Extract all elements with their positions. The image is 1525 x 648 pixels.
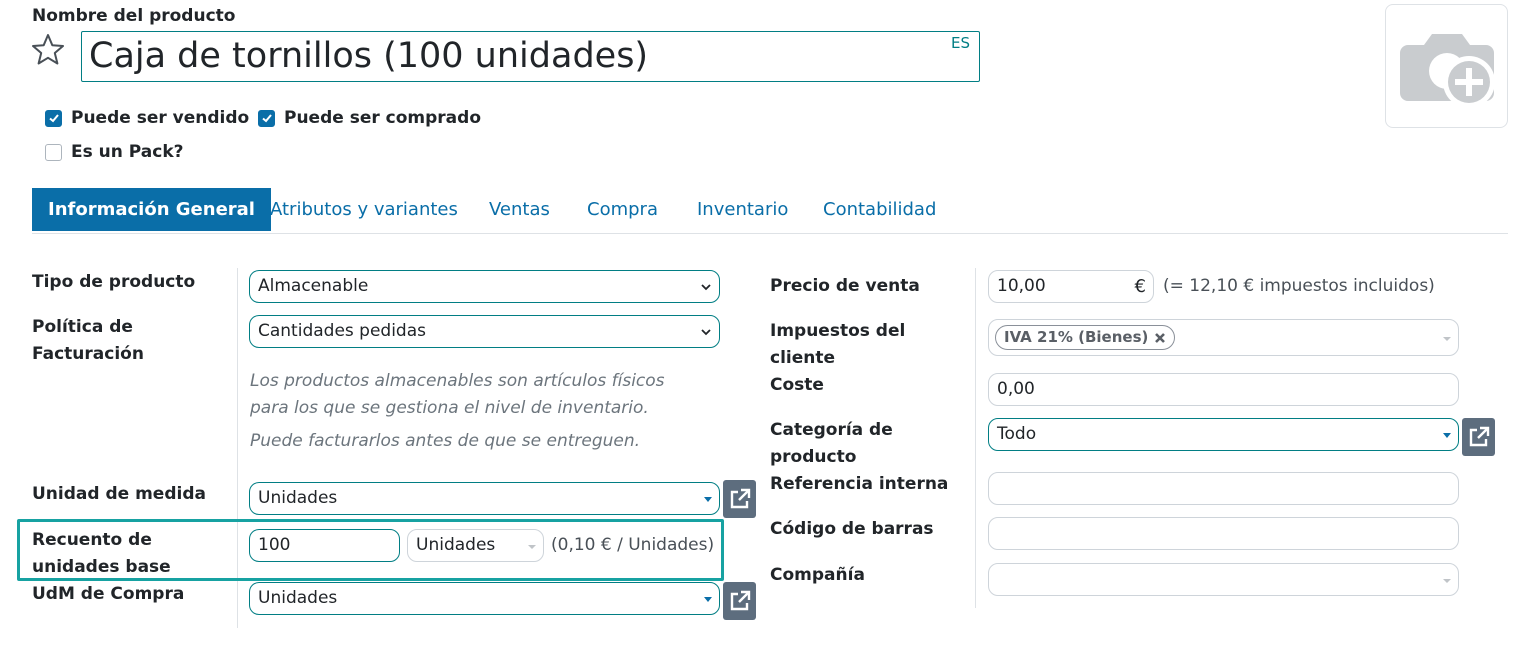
- tax-tag-label: IVA 21% (Bienes): [1004, 328, 1149, 346]
- chevron-down-icon: [701, 329, 711, 336]
- currency-symbol: €: [1134, 276, 1146, 297]
- highlight-box: [17, 519, 724, 581]
- tab-atributos-variantes[interactable]: Atributos y variantes: [270, 188, 458, 231]
- tab-inventario[interactable]: Inventario: [697, 188, 788, 231]
- purchase-uom-label: UdM de Compra: [32, 584, 185, 604]
- star-outline-icon[interactable]: [30, 32, 66, 68]
- can-be-purchased-checkbox[interactable]: [258, 109, 275, 127]
- invoicing-policy-label: Política de Facturación: [32, 314, 144, 368]
- internal-ref-label: Referencia interna: [770, 474, 949, 494]
- can-be-sold-checkbox[interactable]: [45, 109, 62, 127]
- sale-price-value: 10,00: [997, 276, 1046, 296]
- category-select[interactable]: Todo: [988, 418, 1459, 451]
- tax-tag[interactable]: IVA 21% (Bienes): [995, 325, 1176, 350]
- company-label: Compañía: [770, 565, 865, 585]
- product-type-label: Tipo de producto: [32, 272, 196, 292]
- is-pack-checkbox[interactable]: [45, 143, 62, 161]
- customer-taxes-label: Impuestos del cliente: [770, 318, 905, 372]
- external-link-icon: [730, 590, 750, 611]
- help-line-2: para los que se gestiona el nivel de inv…: [250, 398, 649, 418]
- uom-select[interactable]: Unidades: [249, 482, 720, 515]
- cost-input[interactable]: 0,00: [988, 373, 1459, 406]
- invoicing-policy-label-line2: Facturación: [32, 344, 144, 364]
- product-type-select[interactable]: Almacenable: [249, 270, 720, 303]
- sale-price-label: Precio de venta: [770, 276, 920, 296]
- category-value: Todo: [997, 424, 1037, 444]
- can-be-sold-label: Puede ser vendido: [71, 108, 250, 128]
- product-type-help: Los productos almacenables son artículos…: [250, 368, 665, 455]
- category-label-line2: producto: [770, 447, 857, 467]
- purchase-uom-select[interactable]: Unidades: [249, 582, 720, 615]
- cost-label: Coste: [770, 375, 824, 395]
- sale-price-input[interactable]: 10,00 €: [988, 270, 1154, 303]
- caret-down-icon: [1443, 433, 1451, 438]
- product-name-label: Nombre del producto: [32, 6, 236, 26]
- product-name-value[interactable]: Caja de tornillos (100 unidades): [89, 34, 648, 78]
- tab-bar: Información General Atributos y variante…: [32, 188, 1508, 234]
- category-external-link-button[interactable]: [1462, 418, 1495, 456]
- uom-label: Unidad de medida: [32, 484, 206, 504]
- customer-taxes-label-line2: cliente: [770, 348, 836, 368]
- caret-down-icon: [1443, 579, 1451, 583]
- tab-informacion-general[interactable]: Información General: [32, 188, 271, 231]
- tab-ventas[interactable]: Ventas: [489, 188, 550, 231]
- help-line-1: Los productos almacenables son artículos…: [250, 371, 665, 391]
- product-name-input[interactable]: Caja de tornillos (100 unidades) ES: [81, 31, 980, 82]
- customer-taxes-field[interactable]: IVA 21% (Bienes): [988, 319, 1459, 356]
- external-link-icon: [730, 488, 750, 509]
- invoicing-policy-value: Cantidades pedidas: [258, 321, 426, 341]
- uom-external-link-button[interactable]: [723, 480, 756, 518]
- internal-ref-input[interactable]: [988, 472, 1459, 505]
- purchase-uom-external-link-button[interactable]: [723, 582, 756, 620]
- remove-tag-icon[interactable]: [1154, 332, 1166, 344]
- barcode-input[interactable]: [988, 517, 1459, 550]
- tab-compra[interactable]: Compra: [587, 188, 658, 231]
- tab-contabilidad[interactable]: Contabilidad: [823, 188, 936, 231]
- category-label-line1: Categoría de: [770, 420, 893, 440]
- category-label: Categoría de producto: [770, 417, 893, 471]
- language-badge[interactable]: ES: [951, 34, 970, 52]
- caret-down-icon: [704, 597, 712, 602]
- camera-plus-icon: [1400, 34, 1495, 108]
- can-be-sold-option[interactable]: Puede ser vendido: [45, 108, 249, 128]
- right-column-divider: [975, 268, 976, 608]
- invoicing-policy-select[interactable]: Cantidades pedidas: [249, 315, 720, 348]
- is-pack-label: Es un Pack?: [71, 142, 184, 162]
- can-be-purchased-option[interactable]: Puede ser comprado: [258, 108, 481, 128]
- invoicing-policy-label-line1: Política de: [32, 317, 133, 337]
- product-photo[interactable]: [1385, 4, 1508, 128]
- company-select[interactable]: [988, 563, 1459, 596]
- customer-taxes-label-line1: Impuestos del: [770, 321, 906, 341]
- chevron-down-icon: [701, 284, 711, 291]
- purchase-uom-value: Unidades: [258, 588, 338, 608]
- caret-down-icon: [704, 497, 712, 502]
- external-link-icon: [1469, 426, 1489, 447]
- barcode-label: Código de barras: [770, 519, 934, 539]
- tax-included-text: (= 12,10 € impuestos incluidos): [1163, 276, 1435, 296]
- caret-down-icon: [1443, 337, 1451, 341]
- uom-value: Unidades: [258, 488, 338, 508]
- can-be-purchased-label: Puede ser comprado: [284, 108, 482, 128]
- product-type-value: Almacenable: [258, 276, 369, 296]
- help-line-3: Puede facturarlos antes de que se entreg…: [250, 431, 641, 451]
- is-pack-option[interactable]: Es un Pack?: [45, 142, 184, 162]
